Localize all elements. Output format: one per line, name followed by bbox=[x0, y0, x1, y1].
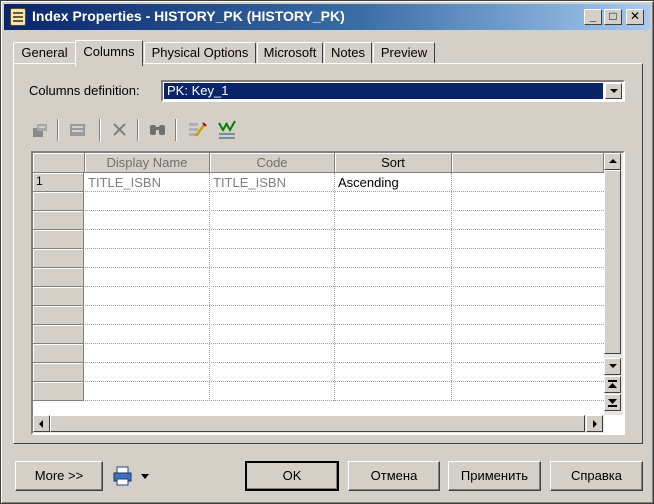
more-button[interactable]: More >> bbox=[15, 461, 103, 491]
grid-line bbox=[334, 173, 335, 401]
tab-physical-options[interactable]: Physical Options bbox=[144, 42, 256, 64]
scroll-right-icon[interactable] bbox=[586, 415, 603, 432]
close-button[interactable]: ✕ bbox=[626, 9, 644, 25]
column-header-display-name[interactable]: Display Name bbox=[85, 153, 210, 173]
grid-line bbox=[85, 267, 604, 268]
grid-line bbox=[85, 381, 604, 382]
grid-line bbox=[85, 191, 604, 192]
minimize-button[interactable]: _ bbox=[584, 9, 602, 25]
help-button[interactable]: Справка bbox=[550, 461, 643, 491]
row-header[interactable] bbox=[33, 287, 84, 306]
grid-line bbox=[85, 324, 604, 325]
horizontal-scroll-thumb[interactable] bbox=[50, 415, 585, 432]
maximize-button[interactable]: □ bbox=[604, 9, 622, 25]
tab-columns[interactable]: Columns bbox=[75, 40, 143, 66]
grid-line bbox=[85, 229, 604, 230]
ok-button[interactable]: OK bbox=[245, 461, 339, 491]
column-header-empty bbox=[452, 153, 604, 173]
chevron-down-icon[interactable] bbox=[605, 83, 622, 99]
vertical-scrollbar[interactable] bbox=[604, 153, 623, 415]
tab-general[interactable]: General bbox=[13, 42, 76, 64]
tab-microsoft[interactable]: Microsoft bbox=[257, 42, 323, 64]
columns-definition-label: Columns definition: bbox=[29, 83, 140, 98]
row-header[interactable] bbox=[33, 230, 84, 249]
index-properties-dialog: Index Properties - HISTORY_PK (HISTORY_P… bbox=[0, 0, 654, 504]
title-bar[interactable]: Index Properties - HISTORY_PK (HISTORY_P… bbox=[4, 4, 650, 30]
column-header-sort[interactable]: Sort bbox=[335, 153, 452, 173]
row-header[interactable]: 1 bbox=[33, 173, 84, 192]
apply-button[interactable]: Применить bbox=[448, 461, 541, 491]
row-header[interactable] bbox=[33, 268, 84, 287]
toolbar-separator bbox=[99, 119, 101, 141]
scroll-page-down-icon[interactable] bbox=[604, 394, 621, 411]
columns-definition-value: PK: Key_1 bbox=[164, 83, 603, 99]
row-header[interactable] bbox=[33, 249, 84, 268]
properties-icon[interactable] bbox=[31, 119, 53, 141]
column-header-code[interactable]: Code bbox=[210, 153, 335, 173]
scroll-left-icon[interactable] bbox=[33, 415, 50, 432]
cell-code[interactable]: TITLE_ISBN bbox=[213, 175, 333, 190]
columns-grid[interactable]: Display Name Code Sort 1 TITLE_ISBN TITL… bbox=[31, 151, 625, 435]
cell-sort[interactable]: Ascending bbox=[338, 175, 450, 190]
row-header[interactable] bbox=[33, 211, 84, 230]
row-header[interactable] bbox=[33, 363, 84, 382]
window-title: Index Properties - HISTORY_PK (HISTORY_P… bbox=[32, 8, 345, 24]
row-header[interactable] bbox=[33, 325, 84, 344]
toolbar-separator bbox=[137, 119, 139, 141]
delete-icon[interactable] bbox=[109, 119, 131, 141]
toolbar-separator bbox=[57, 119, 59, 141]
grid-line bbox=[85, 305, 604, 306]
grid-line bbox=[209, 173, 210, 401]
row-header[interactable] bbox=[33, 306, 84, 325]
scroll-page-up-icon[interactable] bbox=[604, 376, 621, 393]
add-columns-icon[interactable] bbox=[67, 119, 89, 141]
toolbar-separator bbox=[175, 119, 177, 141]
grid-line bbox=[85, 210, 604, 211]
horizontal-scrollbar[interactable] bbox=[33, 415, 604, 433]
grid-line bbox=[85, 362, 604, 363]
row-header[interactable] bbox=[33, 192, 84, 211]
grid-line bbox=[451, 173, 452, 401]
scroll-down-icon[interactable] bbox=[604, 358, 621, 375]
find-icon[interactable] bbox=[147, 119, 169, 141]
row-header[interactable] bbox=[33, 344, 84, 363]
chevron-down-icon[interactable] bbox=[139, 465, 161, 487]
cancel-button[interactable]: Отмена bbox=[348, 461, 440, 491]
tab-preview[interactable]: Preview bbox=[373, 42, 435, 64]
document-icon bbox=[10, 8, 26, 26]
columns-definition-dropdown[interactable]: PK: Key_1 bbox=[161, 80, 625, 102]
tab-notes[interactable]: Notes bbox=[324, 42, 372, 64]
grid-line bbox=[85, 248, 604, 249]
vertical-scroll-thumb[interactable] bbox=[604, 170, 621, 354]
scroll-up-icon[interactable] bbox=[604, 153, 621, 170]
grid-line bbox=[85, 400, 604, 401]
row-header[interactable] bbox=[33, 382, 84, 401]
customize-columns-icon[interactable] bbox=[186, 119, 208, 141]
grid-line bbox=[85, 343, 604, 344]
printer-icon[interactable] bbox=[112, 465, 134, 487]
grid-corner-header bbox=[33, 153, 85, 173]
filter-icon[interactable] bbox=[216, 119, 238, 141]
cell-display-name[interactable]: TITLE_ISBN bbox=[88, 175, 208, 190]
grid-line bbox=[85, 286, 604, 287]
